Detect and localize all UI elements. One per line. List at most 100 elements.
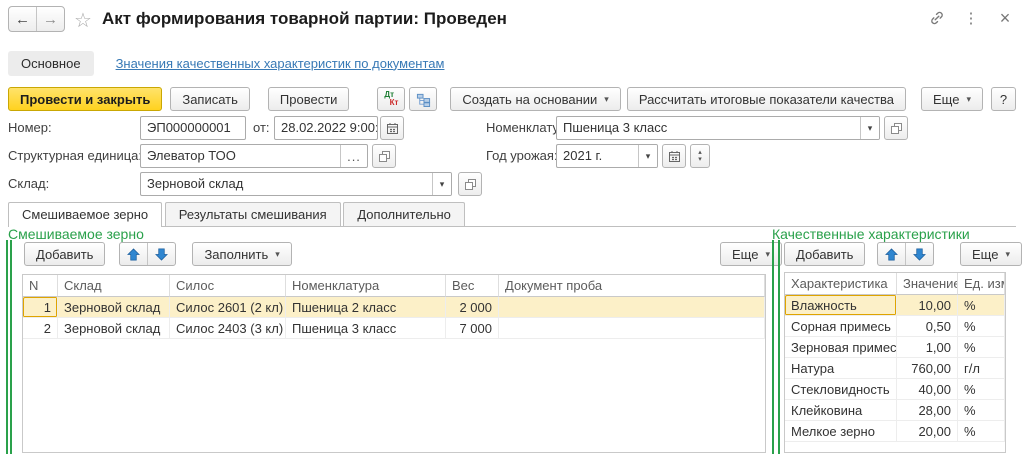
table-row[interactable]: 1 Зерновой склад Силос 2601 (2 кл) Пшени… xyxy=(23,297,765,318)
calendar-icon xyxy=(386,122,399,135)
chevron-down-icon: ▾ xyxy=(275,249,280,260)
date-label: от: xyxy=(253,116,270,140)
quality-characteristics-table: Характеристика Значение Ед. изм Влажност… xyxy=(784,272,1006,453)
table-row[interactable]: Сорная примесь 0,50 % xyxy=(785,316,1005,337)
nav-tab-main[interactable]: Основное xyxy=(8,51,94,76)
right-panel-title: Качественные характеристики xyxy=(772,226,970,242)
spinner-up-icon: ▴ xyxy=(698,149,702,156)
help-button[interactable]: ? xyxy=(991,87,1016,111)
move-up-button[interactable] xyxy=(878,243,905,265)
post-and-close-button[interactable]: Провести и закрыть xyxy=(8,87,162,111)
col-characteristic[interactable]: Характеристика xyxy=(785,273,897,295)
table-row[interactable]: Влажность 10,00 % xyxy=(785,295,1005,316)
nomenclature-field[interactable]: Пшеница 3 класс ▾ xyxy=(556,116,880,140)
date-field[interactable]: 28.02.2022 9:00:00 xyxy=(274,116,378,140)
more-menu-icon[interactable]: ⋮ xyxy=(962,9,980,27)
history-nav: ← → xyxy=(8,6,65,32)
structural-unit-open-button[interactable] xyxy=(372,144,396,168)
page-title: Акт формирования товарной партии: Провед… xyxy=(102,9,507,29)
table-row[interactable]: Стекловидность 40,00 % xyxy=(785,379,1005,400)
move-down-button[interactable] xyxy=(905,243,933,265)
close-icon[interactable]: × xyxy=(996,9,1014,27)
number-field[interactable]: ЭП000000001 xyxy=(140,116,246,140)
table-row[interactable]: Натура 760,00 г/л xyxy=(785,358,1005,379)
left-panel-green-line xyxy=(10,240,12,454)
number-label: Номер: xyxy=(8,116,52,140)
right-panel-green-line xyxy=(778,240,780,454)
section-nav: Основное Значения качественных характери… xyxy=(8,50,444,76)
table-row[interactable]: Мелкое зерно 20,00 % xyxy=(785,421,1005,442)
structure-icon xyxy=(416,92,431,107)
col-n[interactable]: N xyxy=(23,275,58,297)
left-panel-green-line xyxy=(6,240,8,454)
nomenclature-dropdown-icon[interactable]: ▾ xyxy=(860,117,879,139)
warehouse-field[interactable]: Зерновой склад ▾ xyxy=(140,172,452,196)
harvest-year-field[interactable]: 2021 г. ▾ xyxy=(556,144,658,168)
document-structure-button[interactable] xyxy=(409,87,437,111)
table-header-row: Характеристика Значение Ед. изм xyxy=(785,273,1005,295)
nav-link-quality-values[interactable]: Значения качественных характеристик по д… xyxy=(116,56,445,71)
left-panel-title: Смешиваемое зерно xyxy=(8,226,144,242)
back-button[interactable]: ← xyxy=(9,7,36,31)
col-weight[interactable]: Вес xyxy=(446,275,499,297)
chevron-down-icon: ▾ xyxy=(966,94,971,105)
table-header-row: N Склад Силос Номенклатура Вес Документ … xyxy=(23,275,765,297)
chevron-down-icon: ▾ xyxy=(1005,249,1010,260)
harvest-year-spinner[interactable]: ▴ ▾ xyxy=(690,144,710,168)
table-row[interactable]: 2 Зерновой склад Силос 2403 (3 кл) Пшени… xyxy=(23,318,765,339)
tab-additional[interactable]: Дополнительно xyxy=(343,202,465,226)
tab-mixed-grain[interactable]: Смешиваемое зерно xyxy=(8,202,162,227)
write-button[interactable]: Записать xyxy=(170,87,250,111)
open-icon xyxy=(464,178,477,191)
move-down-button[interactable] xyxy=(147,243,175,265)
favorite-star-icon[interactable]: ☆ xyxy=(74,8,92,33)
col-silo[interactable]: Силос xyxy=(170,275,286,297)
fill-button[interactable]: Заполнить ▾ xyxy=(192,242,291,266)
window-controls: ⋮ × xyxy=(928,9,1014,27)
right-table-toolbar: Добавить xyxy=(784,242,934,266)
calendar-icon xyxy=(668,150,681,163)
right-panel-green-line xyxy=(772,240,774,454)
right-add-button[interactable]: Добавить xyxy=(784,242,865,266)
harvest-year-dropdown-icon[interactable]: ▾ xyxy=(638,145,657,167)
structural-unit-field[interactable]: Элеватор ТОО ... xyxy=(140,144,368,168)
arrow-up-icon xyxy=(127,248,140,261)
col-doc[interactable]: Документ проба xyxy=(499,275,765,297)
create-based-on-button[interactable]: Создать на основании ▾ xyxy=(450,87,620,111)
warehouse-open-button[interactable] xyxy=(458,172,482,196)
move-up-button[interactable] xyxy=(120,243,147,265)
structural-unit-select-icon[interactable]: ... xyxy=(340,145,367,167)
forward-button[interactable]: → xyxy=(36,7,64,31)
command-toolbar: Провести и закрыть Записать Провести ДтК… xyxy=(8,86,1016,112)
page-tabs: Смешиваемое зерно Результаты смешивания … xyxy=(8,202,1016,227)
calc-quality-button[interactable]: Рассчитать итоговые показатели качества xyxy=(627,87,906,111)
table-row[interactable]: Зерновая примесь 1,00 % xyxy=(785,337,1005,358)
more-button[interactable]: Еще ▾ xyxy=(921,87,983,111)
arrow-down-icon xyxy=(155,248,168,261)
structural-unit-label: Структурная единица: xyxy=(8,144,142,168)
back-icon: ← xyxy=(15,11,30,28)
col-warehouse[interactable]: Склад xyxy=(58,275,170,297)
dr-cr-icon: ДтКт xyxy=(384,91,398,107)
move-buttons xyxy=(877,242,934,266)
open-icon xyxy=(890,122,903,135)
dr-cr-register-button[interactable]: ДтКт xyxy=(377,87,405,111)
warehouse-dropdown-icon[interactable]: ▾ xyxy=(432,173,451,195)
tab-mixing-results[interactable]: Результаты смешивания xyxy=(165,202,341,226)
col-value[interactable]: Значение xyxy=(897,273,958,295)
forward-icon: → xyxy=(43,11,58,28)
arrow-down-icon xyxy=(913,248,926,261)
table-row[interactable]: Клейковина 28,00 % xyxy=(785,400,1005,421)
date-calendar-button[interactable] xyxy=(380,116,404,140)
arrow-up-icon xyxy=(885,248,898,261)
open-icon xyxy=(378,150,391,163)
col-unit[interactable]: Ед. изм xyxy=(958,273,1005,295)
chevron-down-icon: ▾ xyxy=(765,249,770,260)
right-more-button[interactable]: Еще ▾ xyxy=(960,242,1022,266)
harvest-year-calendar-button[interactable] xyxy=(662,144,686,168)
left-add-button[interactable]: Добавить xyxy=(24,242,105,266)
link-icon[interactable] xyxy=(928,9,946,27)
post-button[interactable]: Провести xyxy=(268,87,350,111)
col-nomenclature[interactable]: Номенклатура xyxy=(286,275,446,297)
nomenclature-open-button[interactable] xyxy=(884,116,908,140)
